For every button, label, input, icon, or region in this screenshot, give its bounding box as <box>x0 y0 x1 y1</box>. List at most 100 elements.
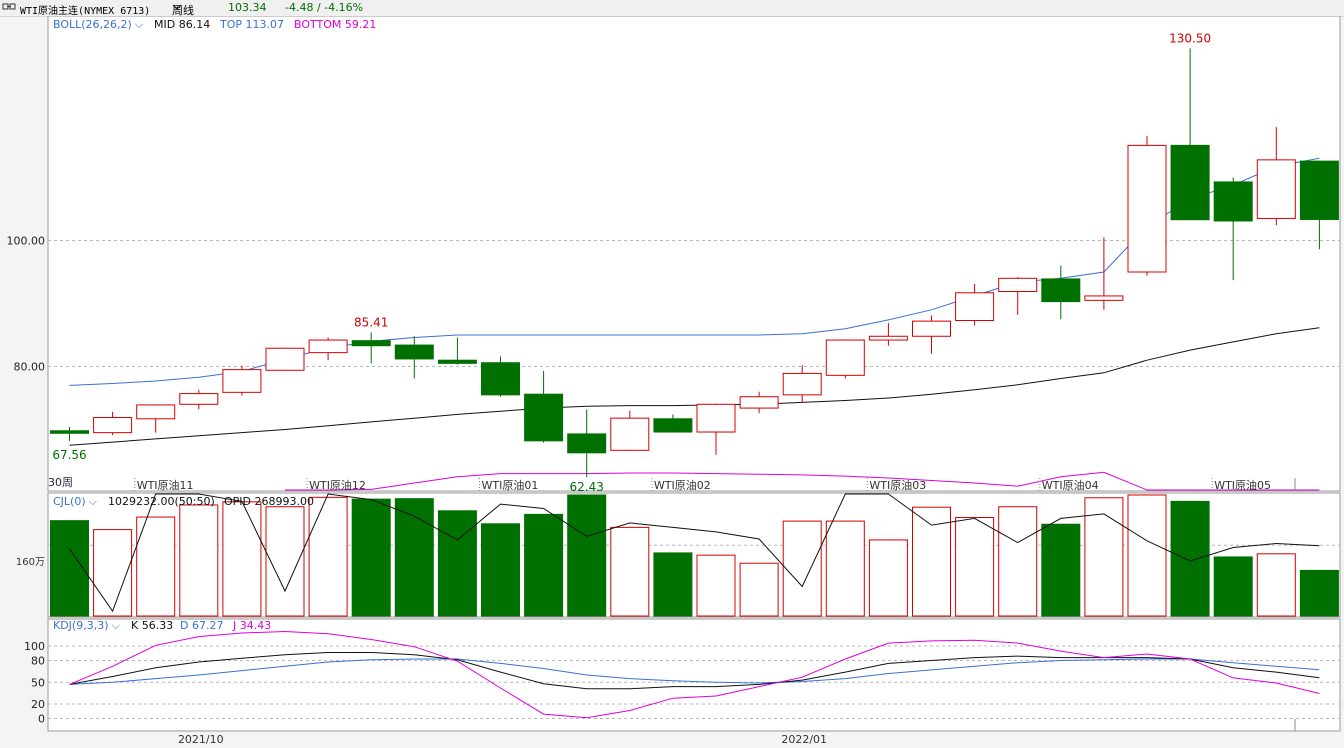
volume-bar <box>93 529 133 617</box>
opid-value: OPID 268993.00 <box>224 495 314 508</box>
volume-panel <box>47 492 1341 618</box>
contract-label: WTI原油03 <box>869 478 926 492</box>
candle-body <box>524 393 564 442</box>
chevron-down-icon: ⌵ <box>135 18 144 31</box>
candle-body <box>868 335 908 341</box>
candle-body <box>1041 278 1081 303</box>
period-select[interactable]: 周线 <box>172 1 194 17</box>
candle-body <box>351 340 391 347</box>
volume-bar <box>1213 556 1253 617</box>
candle-body <box>739 396 779 409</box>
volume-bar <box>308 496 348 617</box>
price-change: -4.48 / -4.16% <box>285 1 364 14</box>
kdj-tick-label: 100 <box>24 640 45 653</box>
volume-bar <box>739 562 779 617</box>
candle-body <box>1299 160 1339 220</box>
candle-body <box>1084 295 1124 301</box>
candle-body <box>222 369 262 393</box>
candle <box>825 339 865 379</box>
candle-body <box>653 418 693 433</box>
volume-bar <box>567 494 607 617</box>
candle <box>481 356 520 397</box>
candle-body <box>1256 159 1296 219</box>
volume-bar <box>1170 500 1210 617</box>
candle-body <box>265 347 305 371</box>
period-count-label: 30周 <box>48 476 73 489</box>
boll-legend[interactable]: BOLL(26,26,2) ⌵ <box>53 18 144 31</box>
contract-label: WTI原油01 <box>482 478 539 492</box>
candle-body <box>50 430 89 434</box>
candle-body <box>998 277 1038 293</box>
boll-top-value: TOP 113.07 <box>219 18 284 31</box>
kdj-tick-label: 50 <box>31 676 45 689</box>
chevron-down-icon: ⌵ <box>89 495 98 508</box>
candle-body <box>136 404 176 420</box>
volume-bar <box>1127 494 1167 617</box>
volume-bar <box>222 501 262 617</box>
volume-bar <box>481 523 520 617</box>
volume-tick-label: 160万 <box>16 557 45 568</box>
volume-bar <box>524 513 564 617</box>
extreme-price-label: 67.56 <box>52 448 86 462</box>
date-tick-label: 2022/01 <box>781 733 827 746</box>
candle-body <box>782 372 822 396</box>
chart-header: WTI原油主连(NYMEX 6713) 周线 103.34 -4.48 / -4… <box>0 0 1344 17</box>
volume-bar <box>825 520 865 617</box>
link-icon[interactable] <box>2 2 16 15</box>
boll-name: BOLL(26,26,2) <box>53 18 132 31</box>
candle-body <box>437 359 477 364</box>
contract-label: WTI原油11 <box>137 478 194 492</box>
kdj-d-value: D 67.27 <box>180 619 223 632</box>
volume-bar <box>179 504 219 617</box>
x-axis: 2021/10 2022/01 <box>178 733 827 746</box>
contract-label: WTI原油04 <box>1042 478 1099 492</box>
extreme-price-label: 85.41 <box>354 315 388 329</box>
contract-label: WTI原油05 <box>1214 478 1271 492</box>
volume-bar <box>610 526 650 617</box>
futures-chart[interactable]: 80.00 100.00 85.41 130.50 67.56 62.43 WTI原油11 W… <box>0 16 1344 748</box>
candle-body <box>394 344 434 360</box>
volume-bar <box>351 498 391 617</box>
kdj-tick-label: 0 <box>38 713 45 726</box>
cjl-legend[interactable]: CJL(0) ⌵ <box>53 495 98 508</box>
kdj-plot-area <box>47 618 1341 732</box>
candle <box>222 365 262 396</box>
cjl-name: CJL(0) <box>53 495 86 508</box>
kdj-k-value: K 56.33 <box>131 619 173 632</box>
symbol-name[interactable]: WTI原油主连(NYMEX 6713) <box>20 2 150 17</box>
price-tick-label: 100.00 <box>7 235 46 248</box>
kdj-tick-label: 80 <box>31 655 45 668</box>
candle-body <box>179 393 219 405</box>
volume-bar <box>696 554 736 617</box>
candle <box>1127 135 1167 276</box>
price-panel: 80.00 100.00 85.41 130.50 67.56 62.43 WTI原油11 W… <box>7 16 1341 494</box>
volume-bar <box>782 520 822 617</box>
volume-bar <box>1256 553 1296 617</box>
cjl-value: 1029232.00(50:50) <box>108 495 215 508</box>
last-price: 103.34 <box>228 1 267 14</box>
volume-bar <box>136 516 176 617</box>
candle-body <box>1213 181 1253 222</box>
candle-body <box>308 339 348 354</box>
candle-body <box>610 417 650 451</box>
volume-bar <box>1041 523 1081 617</box>
kdj-j-value: J 34.43 <box>232 619 271 632</box>
kdj-panel: 0 20 50 80 100 <box>24 618 1341 732</box>
candle-body <box>1127 144 1167 273</box>
contract-label: WTI原油12 <box>309 478 366 492</box>
extreme-price-label: 130.50 <box>1169 31 1211 45</box>
boll-bottom-value: BOTTOM 59.21 <box>294 18 376 31</box>
candle-body <box>481 362 520 396</box>
volume-bar <box>1299 569 1339 617</box>
candle-body <box>1170 144 1210 221</box>
candle-body <box>825 339 865 376</box>
candle <box>265 347 305 371</box>
volume-bar <box>998 506 1038 617</box>
candle-body <box>912 320 951 337</box>
boll-mid-value: MID 86.14 <box>154 18 210 31</box>
candle-body <box>93 417 133 434</box>
volume-bar <box>653 552 693 617</box>
extreme-price-label: 62.43 <box>570 480 604 494</box>
kdj-tick-label: 20 <box>31 698 45 711</box>
chevron-down-icon: ⌵ <box>112 619 121 632</box>
